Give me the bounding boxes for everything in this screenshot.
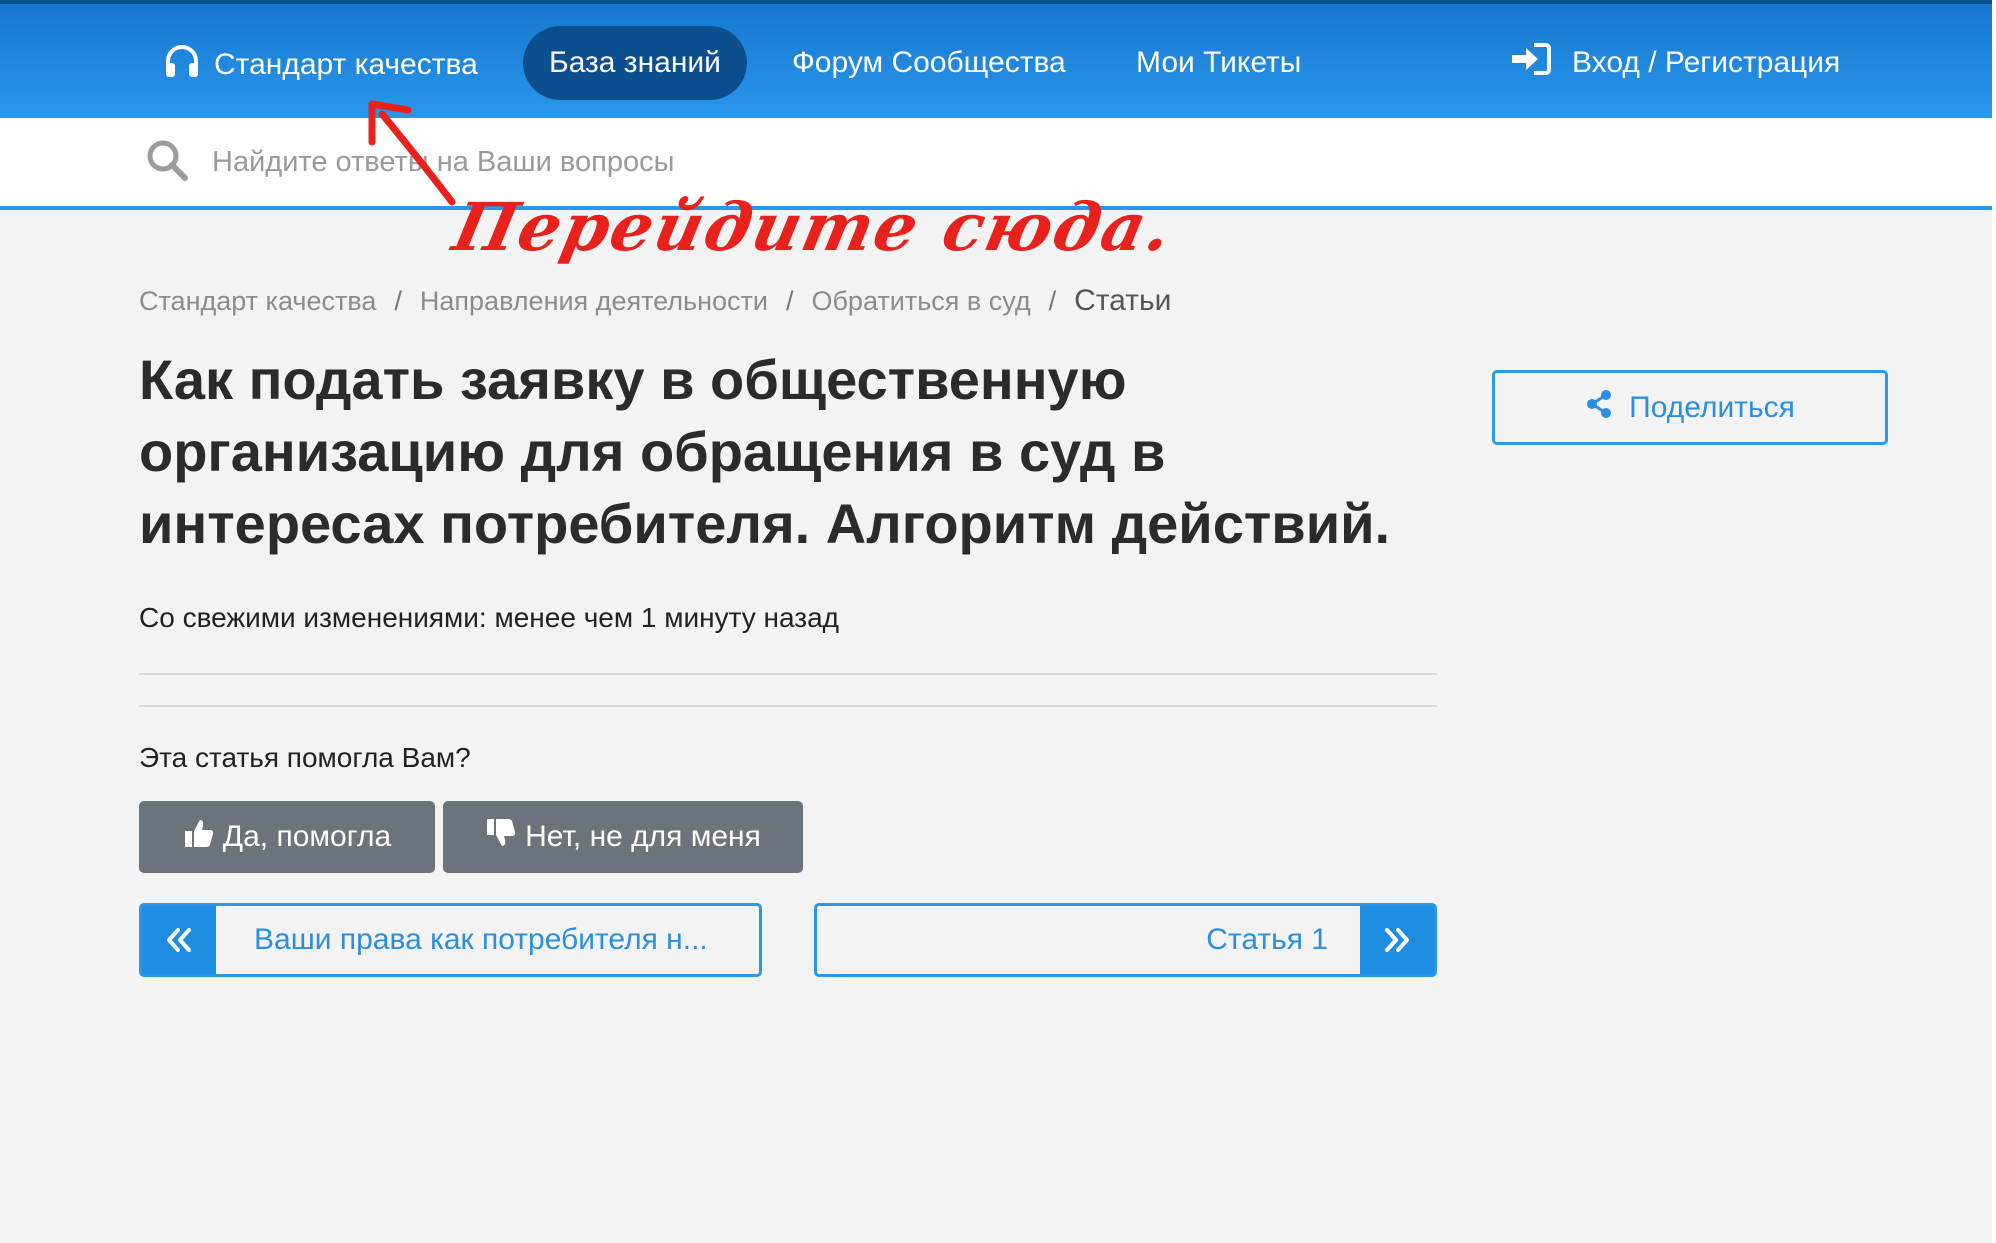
prev-article-link[interactable]: Ваши права как потребителя н... — [139, 903, 762, 977]
login-link[interactable]: Вход / Регистрация — [1510, 38, 1840, 88]
thumbs-down-icon — [485, 817, 525, 857]
next-article-link[interactable]: Статья 1 — [814, 903, 1437, 977]
double-chevron-right-icon — [1360, 906, 1434, 974]
nav-knowledge-base[interactable]: База знаний — [523, 26, 747, 100]
brand-label: Стандарт качества — [214, 48, 478, 81]
vote-no-label: Нет, не для меня — [525, 820, 761, 853]
next-article-label: Статья 1 — [1206, 923, 1328, 956]
breadcrumb-court[interactable]: Обратиться в суд — [811, 286, 1030, 317]
annotation-text: Перейдите сюда. — [446, 188, 1181, 266]
share-icon — [1585, 389, 1629, 427]
thumbs-up-icon — [183, 817, 223, 857]
nav-community-forum[interactable]: Форум Сообщества — [792, 26, 1066, 100]
feedback-question: Эта статья помогла Вам? — [139, 742, 471, 773]
brand-link[interactable]: Стандарт качества — [162, 40, 478, 90]
divider — [139, 673, 1437, 675]
breadcrumb-home[interactable]: Стандарт качества — [139, 286, 376, 317]
page-title: Как подать заявку в общественную организ… — [139, 348, 1391, 555]
search-icon — [138, 137, 210, 188]
share-button[interactable]: Поделиться — [1492, 370, 1888, 445]
window-edge — [1992, 0, 1996, 1243]
nav-my-tickets[interactable]: Мои Тикеты — [1136, 26, 1301, 100]
vote-yes-button[interactable]: Да, помогла — [139, 801, 435, 873]
prev-article-label: Ваши права как потребителя н... — [254, 923, 708, 956]
search-input[interactable] — [210, 144, 1814, 180]
breadcrumb-separator: / — [1048, 285, 1057, 316]
breadcrumb-separator: / — [394, 285, 402, 316]
share-label: Поделиться — [1629, 390, 1795, 424]
vote-yes-label: Да, помогла — [222, 820, 392, 853]
vote-no-button[interactable]: Нет, не для меня — [443, 801, 803, 873]
breadcrumb-separator: / — [785, 285, 794, 316]
breadcrumb-directions[interactable]: Направления деятельности — [420, 286, 768, 317]
sign-in-icon — [1510, 42, 1572, 84]
top-navigation-bar: Стандарт качества База знаний Форум Сооб… — [0, 0, 1992, 118]
breadcrumb: Стандарт качества / Направления деятельн… — [139, 284, 1171, 318]
login-label: Вход / Регистрация — [1572, 46, 1841, 79]
breadcrumb-current: Статьи — [1074, 284, 1172, 317]
double-chevron-left-icon — [142, 906, 216, 974]
headset-icon — [162, 41, 214, 89]
divider — [139, 705, 1437, 707]
last-updated: Со свежими изменениями: менее чем 1 мину… — [139, 602, 839, 633]
